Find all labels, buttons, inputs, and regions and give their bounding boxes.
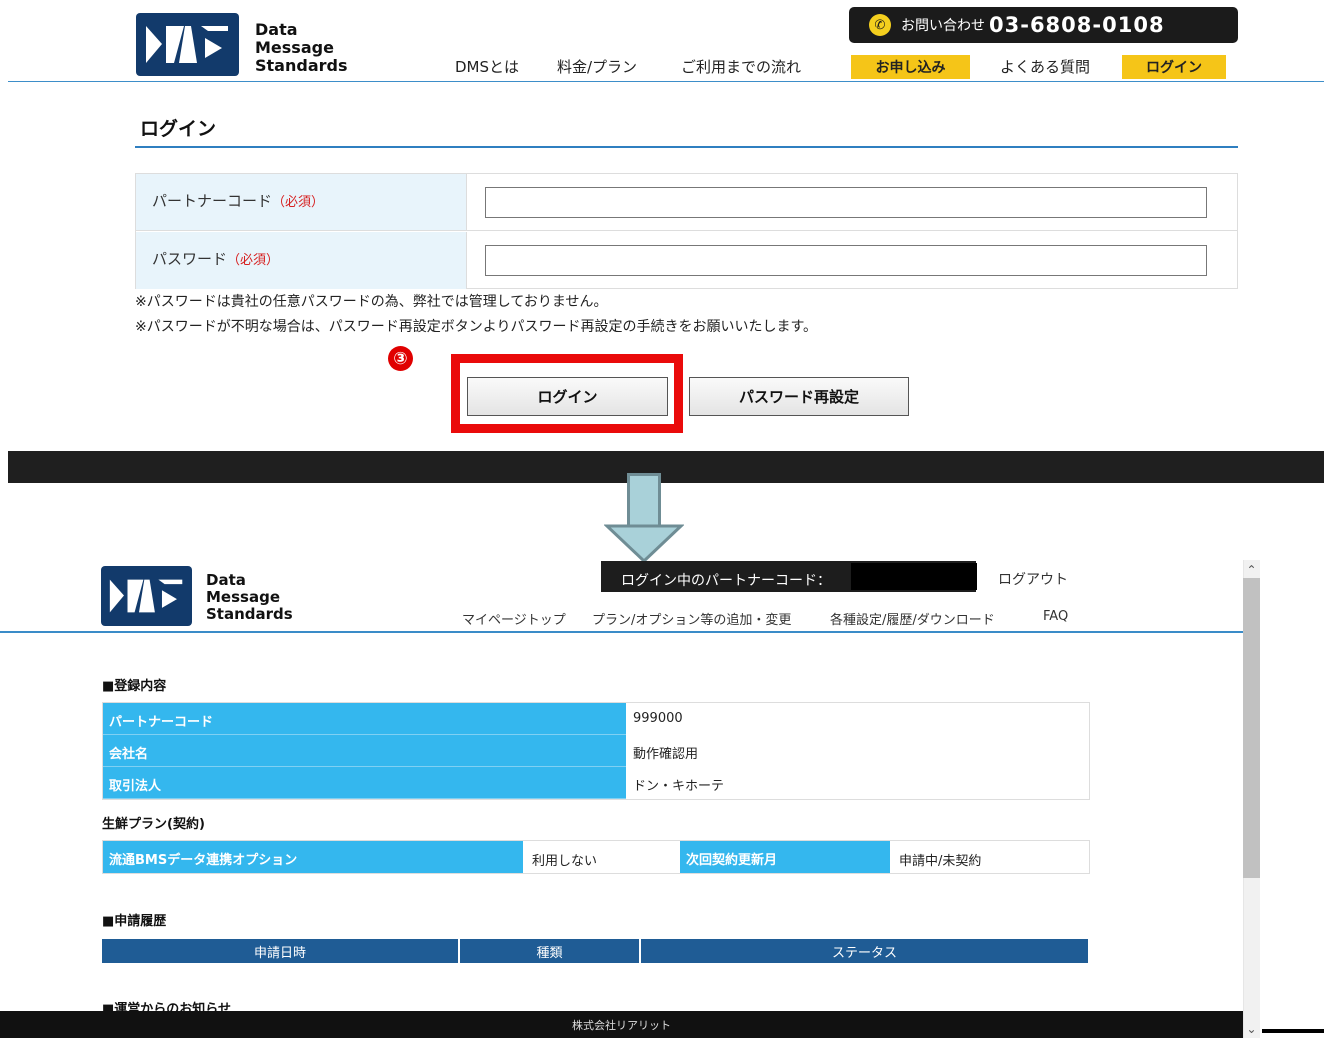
password-note-1: ※パスワードは貴社の任意パスワードの為、弊社では管理しておりません。 [135, 294, 608, 310]
row-value: 999000 [633, 711, 683, 726]
option-value: 利用しない [532, 854, 598, 869]
corner-divider [1262, 1029, 1324, 1033]
renewal-value: 申請中/未契約 [899, 854, 982, 869]
partner-code-label: パートナーコード [152, 192, 273, 210]
nav-mypage-top[interactable]: マイページトップ [462, 609, 566, 628]
registration-table: パートナーコード 999000 会社名 動作確認用 取引法人 ドン・キホーテ [102, 702, 1090, 800]
logo-line-1: Data [206, 571, 246, 589]
logout-link[interactable]: ログアウト [998, 569, 1068, 589]
partner-code-input[interactable] [485, 187, 1207, 218]
title-underline [135, 146, 1238, 148]
row-label: 取引法人 [103, 767, 626, 799]
nav-about[interactable]: DMSとは [455, 56, 519, 77]
logo-line-3: Standards [255, 56, 348, 75]
required-mark: （必須） [227, 253, 280, 268]
required-mark: （必須） [272, 195, 325, 210]
logo-line-3: Standards [206, 605, 293, 623]
nav-plan-options[interactable]: プラン/オプション等の追加・変更 [592, 609, 791, 628]
dms-logo-mark [101, 566, 192, 626]
login-status-label: ログイン中のパートナーコード： [621, 573, 831, 589]
password-note-2: ※パスワードが不明な場合は、パスワード再設定ボタンよりパスワード再設定の手続きを… [135, 319, 818, 335]
dms-logo[interactable]: Data Message Standards [101, 566, 293, 626]
row-value: 動作確認用 [633, 747, 699, 762]
footer: 株式会社リアリット [0, 1011, 1243, 1038]
password-reset-button[interactable]: パスワード再設定 [689, 377, 909, 416]
partner-code-row: パートナーコード（必須） [136, 174, 1237, 231]
row-label: 会社名 [103, 735, 626, 767]
row-value: ドン・キホーテ [633, 779, 725, 794]
history-heading: ■申請履歴 [102, 914, 167, 929]
contact-phone-box: ✆ お問い合わせ 03-6808-0108 [849, 7, 1238, 43]
page-title: ログイン [140, 118, 217, 140]
highlight-frame [451, 354, 683, 433]
scroll-down-icon[interactable]: ⌄ [1243, 1020, 1260, 1037]
dms-logo-mark [136, 13, 239, 76]
login-form: パートナーコード（必須） パスワード（必須） [135, 173, 1238, 289]
down-arrow-icon [604, 524, 684, 564]
plan-heading: 生鮮プラン(契約) [102, 817, 205, 832]
mypage-header-divider [0, 631, 1243, 633]
nav-pricing[interactable]: 料金/プラン [557, 56, 637, 77]
step-marker: ③ [388, 346, 413, 371]
history-table-header: 申請日時 種類 ステータス [102, 939, 1088, 963]
logo-line-1: Data [255, 20, 298, 39]
row-label: パートナーコード [103, 703, 626, 735]
nav-faq[interactable]: よくある質問 [1000, 56, 1090, 77]
table-row: 会社名 動作確認用 [103, 735, 1089, 767]
footer-band [8, 451, 1324, 483]
contact-label: お問い合わせ [901, 18, 985, 34]
column-header: ステータス [831, 945, 897, 961]
table-row: 取引法人 ドン・キホーテ [103, 767, 1089, 799]
registration-heading: ■登録内容 [102, 679, 167, 694]
password-input[interactable] [485, 245, 1207, 276]
column-header: 申請日時 [102, 939, 460, 963]
footer-company: 株式会社リアリット [572, 1018, 671, 1032]
nav-settings[interactable]: 各種設定/履歴/ダウンロード [830, 609, 995, 628]
logo-line-2: Message [206, 588, 280, 606]
renewal-label: 次回契約更新月 [680, 841, 890, 873]
contact-phone-number[interactable]: 03-6808-0108 [989, 13, 1165, 37]
scrollbar-thumb[interactable] [1243, 578, 1260, 878]
option-label: 流通BMSデータ連携オプション [103, 841, 523, 873]
table-row: パートナーコード 999000 [103, 703, 1089, 735]
password-label: パスワード [152, 250, 228, 268]
header-divider [8, 81, 1324, 82]
password-row: パスワード（必須） [136, 232, 1237, 289]
column-header: 種類 [460, 939, 641, 963]
phone-icon: ✆ [869, 14, 891, 36]
nav-apply-button[interactable]: お申し込み [851, 55, 970, 79]
nav-login-button[interactable]: ログイン [1122, 55, 1226, 79]
down-arrow-shaft [627, 473, 661, 527]
redacted-partner-code [851, 563, 977, 590]
nav-faq[interactable]: FAQ [1043, 609, 1068, 624]
dms-logo[interactable]: Data Message Standards [136, 13, 347, 76]
logo-line-2: Message [255, 38, 334, 57]
nav-flow[interactable]: ご利用までの流れ [681, 56, 801, 77]
scroll-up-icon[interactable]: ⌃ [1243, 561, 1260, 578]
plan-table: 流通BMSデータ連携オプション 利用しない 次回契約更新月 申請中/未契約 [102, 840, 1090, 874]
